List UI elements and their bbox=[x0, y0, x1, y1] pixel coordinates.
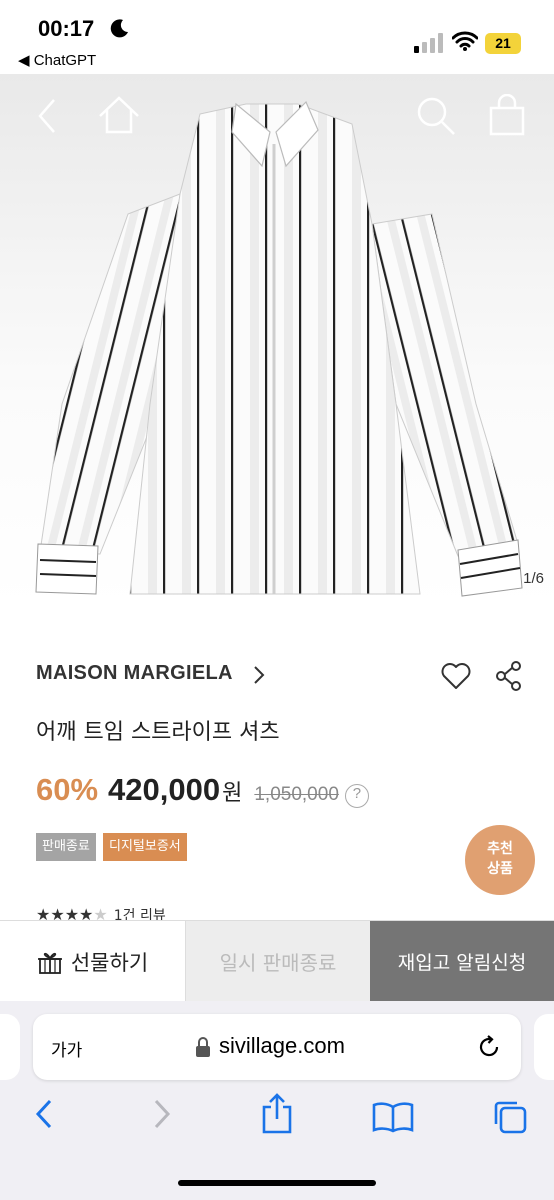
currency-label: 원 bbox=[222, 781, 243, 806]
back-to-app-link[interactable]: ◀ ChatGPT bbox=[18, 51, 96, 69]
price-help-icon[interactable]: ? bbox=[344, 784, 369, 808]
price-row: 60% 420,000원 1,050,000? bbox=[36, 772, 369, 812]
home-icon[interactable] bbox=[98, 96, 140, 134]
image-counter: 1/6 bbox=[523, 570, 544, 587]
star-filled-icon: ★★★★ bbox=[36, 905, 94, 921]
gift-button-label: 선물하기 bbox=[70, 950, 149, 975]
recommend-label-line1: 추천 bbox=[487, 841, 513, 857]
gift-icon bbox=[37, 952, 62, 974]
moon-icon bbox=[110, 19, 128, 38]
lock-icon bbox=[196, 1037, 210, 1057]
url-domain: sivillage.com bbox=[219, 1033, 345, 1058]
purchase-action-bar: 선물하기 일시 판매종료 재입고 알림신청 bbox=[0, 920, 554, 1002]
wifi-icon bbox=[452, 31, 478, 51]
share-icon[interactable] bbox=[494, 660, 524, 692]
recommend-products-button[interactable]: 추천 상품 bbox=[465, 825, 535, 895]
product-image bbox=[35, 100, 523, 597]
tabs-icon[interactable] bbox=[492, 1099, 528, 1135]
clock: 00:17 bbox=[38, 16, 95, 41]
original-price: 1,050,000 bbox=[254, 784, 339, 805]
browser-forward-icon[interactable] bbox=[150, 1097, 174, 1131]
back-arrow-icon[interactable] bbox=[36, 98, 58, 134]
digital-warranty-badge: 디지털보증서 bbox=[103, 833, 187, 861]
shopping-bag-icon[interactable] bbox=[488, 94, 526, 136]
restock-alert-button[interactable]: 재입고 알림신청 bbox=[370, 921, 554, 1002]
bookmarks-icon[interactable] bbox=[372, 1101, 414, 1133]
sold-out-button: 일시 판매종료 bbox=[186, 921, 370, 1002]
heart-icon[interactable] bbox=[440, 662, 472, 690]
status-bar: 00:17 ◀ ChatGPT 21 bbox=[0, 0, 554, 74]
search-icon[interactable] bbox=[416, 96, 456, 136]
recommend-label-line2: 상품 bbox=[487, 861, 513, 877]
share-sheet-icon[interactable] bbox=[260, 1091, 294, 1135]
battery-indicator: 21 bbox=[485, 33, 521, 54]
previous-tab-peek[interactable] bbox=[0, 1014, 20, 1080]
sale-price: 420,000 bbox=[108, 772, 221, 807]
gift-button[interactable]: 선물하기 bbox=[0, 921, 186, 1002]
discount-rate: 60% bbox=[36, 772, 99, 807]
address-bar[interactable]: 가가 sivillage.com bbox=[33, 1014, 521, 1080]
browser-back-icon[interactable] bbox=[32, 1097, 56, 1131]
product-name: 어깨 트임 스트라이프 셔츠 bbox=[36, 720, 280, 745]
sold-out-badge: 판매종료 bbox=[36, 833, 96, 861]
next-tab-peek[interactable] bbox=[534, 1014, 554, 1080]
rating-row[interactable]: ★★★★★ 1건 리뷰 bbox=[36, 905, 166, 921]
home-indicator bbox=[178, 1180, 376, 1186]
star-empty-icon: ★ bbox=[93, 905, 108, 921]
reload-icon[interactable] bbox=[476, 1034, 502, 1060]
product-image-gallery[interactable]: 1/6 bbox=[0, 74, 554, 610]
brand-link[interactable]: MAISON MARGIELA bbox=[36, 662, 233, 685]
chevron-right-icon[interactable] bbox=[252, 664, 266, 686]
cellular-signal-icon bbox=[414, 33, 443, 53]
text-size-button[interactable]: 가가 bbox=[51, 1036, 82, 1061]
